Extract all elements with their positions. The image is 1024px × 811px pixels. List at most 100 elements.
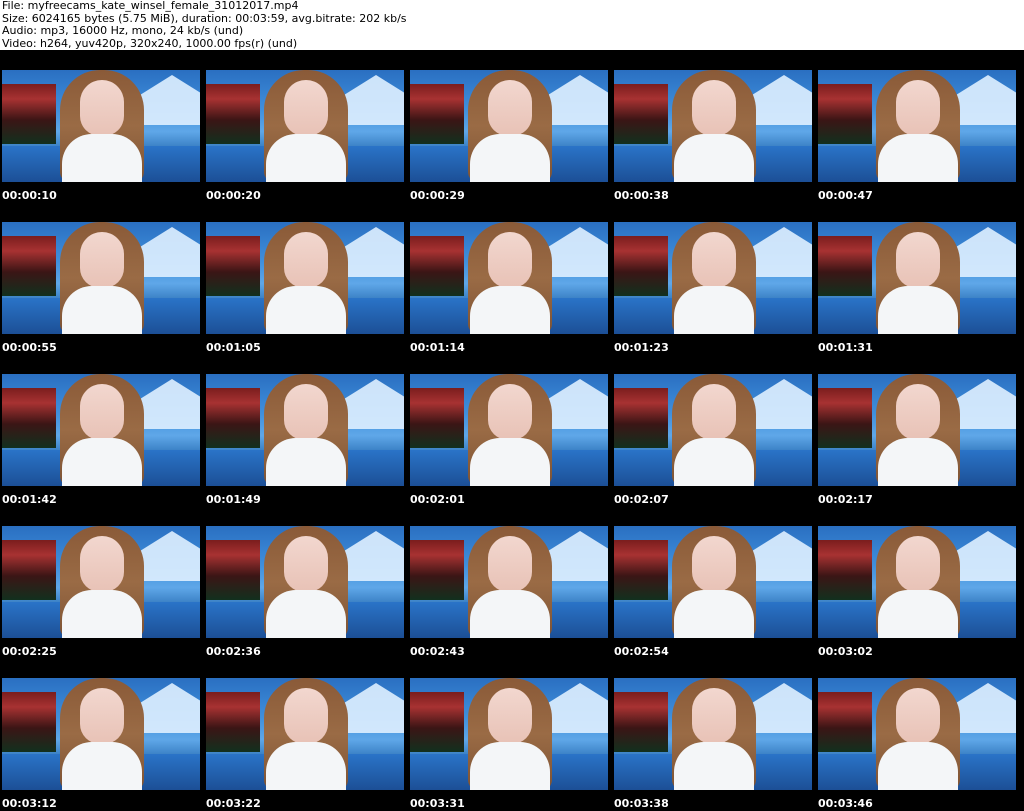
thumbnail-cell: 00:02:17 — [816, 354, 1018, 506]
frame-temple — [206, 236, 260, 296]
video-frame-thumbnail — [410, 222, 608, 334]
frame-temple — [614, 388, 668, 448]
frame-shirt — [470, 134, 550, 182]
frame-temple — [206, 692, 260, 752]
thumbnail-cell: 00:00:20 — [204, 50, 406, 202]
frame-temple — [614, 236, 668, 296]
frame-face — [896, 232, 940, 288]
frame-temple — [818, 388, 872, 448]
frame-timestamp: 00:02:17 — [818, 493, 873, 506]
frame-face — [488, 384, 532, 440]
frame-timestamp: 00:02:25 — [2, 645, 57, 658]
video-frame-thumbnail — [818, 70, 1016, 182]
frame-shirt — [470, 742, 550, 790]
thumbnail-cell: 00:02:36 — [204, 506, 406, 658]
frame-shirt — [674, 286, 754, 334]
video-frame-thumbnail — [206, 374, 404, 486]
thumbnail-cell: 00:03:46 — [816, 658, 1018, 810]
frame-shirt — [266, 438, 346, 486]
video-frame-thumbnail — [818, 678, 1016, 790]
frame-face — [284, 384, 328, 440]
frame-face — [896, 688, 940, 744]
frame-shirt — [266, 742, 346, 790]
frame-shirt — [62, 742, 142, 790]
frame-face — [896, 536, 940, 592]
frame-temple — [206, 388, 260, 448]
frame-temple — [410, 692, 464, 752]
frame-face — [284, 232, 328, 288]
frame-shirt — [878, 438, 958, 486]
frame-face — [692, 80, 736, 136]
thumbnail-cell: 00:02:07 — [612, 354, 814, 506]
thumbnail-cell: 00:01:42 — [0, 354, 202, 506]
frame-shirt — [674, 590, 754, 638]
frame-timestamp: 00:00:10 — [2, 189, 57, 202]
frame-shirt — [266, 134, 346, 182]
audio-info-line: Audio: mp3, 16000 Hz, mono, 24 kb/s (und… — [2, 24, 244, 37]
frame-shirt — [266, 286, 346, 334]
thumbnail-cell: 00:01:31 — [816, 202, 1018, 354]
frame-timestamp: 00:02:01 — [410, 493, 465, 506]
frame-timestamp: 00:03:22 — [206, 797, 261, 810]
frame-face — [896, 80, 940, 136]
thumbnail-cell: 00:03:38 — [612, 658, 814, 810]
thumbnail-cell: 00:02:01 — [408, 354, 610, 506]
frame-shirt — [62, 438, 142, 486]
frame-timestamp: 00:01:14 — [410, 341, 465, 354]
thumbnail-cell: 00:02:54 — [612, 506, 814, 658]
frame-temple — [206, 540, 260, 600]
frame-timestamp: 00:03:02 — [818, 645, 873, 658]
video-frame-thumbnail — [2, 70, 200, 182]
frame-temple — [818, 692, 872, 752]
frame-temple — [2, 84, 56, 144]
video-frame-thumbnail — [206, 222, 404, 334]
video-frame-thumbnail — [410, 374, 608, 486]
video-frame-thumbnail — [614, 678, 812, 790]
frame-shirt — [470, 590, 550, 638]
frame-temple — [410, 388, 464, 448]
thumbnail-cell: 00:00:55 — [0, 202, 202, 354]
video-frame-thumbnail — [818, 222, 1016, 334]
frame-face — [80, 536, 124, 592]
video-frame-thumbnail — [818, 374, 1016, 486]
frame-temple — [410, 540, 464, 600]
frame-temple — [410, 236, 464, 296]
thumbnail-cell: 00:00:29 — [408, 50, 610, 202]
thumbnail-cell: 00:03:12 — [0, 658, 202, 810]
file-name-line: File: myfreecams_kate_winsel_female_3101… — [2, 0, 299, 12]
frame-timestamp: 00:03:12 — [2, 797, 57, 810]
thumbnail-cell: 00:01:05 — [204, 202, 406, 354]
frame-temple — [818, 540, 872, 600]
thumbnail-cell: 00:03:02 — [816, 506, 1018, 658]
video-info-line: Video: h264, yuv420p, 320x240, 1000.00 f… — [2, 36, 298, 50]
frame-temple — [614, 692, 668, 752]
video-frame-thumbnail — [614, 70, 812, 182]
frame-timestamp: 00:00:47 — [818, 189, 873, 202]
frame-timestamp: 00:01:42 — [2, 493, 57, 506]
thumbnail-cell: 00:02:25 — [0, 506, 202, 658]
frame-temple — [614, 84, 668, 144]
frame-temple — [2, 540, 56, 600]
frame-face — [692, 384, 736, 440]
frame-shirt — [470, 438, 550, 486]
frame-timestamp: 00:03:46 — [818, 797, 873, 810]
frame-shirt — [674, 134, 754, 182]
video-frame-thumbnail — [614, 526, 812, 638]
video-frame-thumbnail — [818, 526, 1016, 638]
frame-shirt — [878, 742, 958, 790]
frame-timestamp: 00:01:23 — [614, 341, 669, 354]
frame-face — [488, 536, 532, 592]
frame-timestamp: 00:02:07 — [614, 493, 669, 506]
frame-shirt — [62, 134, 142, 182]
frame-face — [80, 80, 124, 136]
frame-shirt — [674, 438, 754, 486]
frame-timestamp: 00:02:36 — [206, 645, 261, 658]
frame-face — [80, 688, 124, 744]
video-frame-thumbnail — [410, 526, 608, 638]
frame-face — [284, 536, 328, 592]
video-frame-thumbnail — [2, 526, 200, 638]
video-frame-thumbnail — [2, 374, 200, 486]
frame-shirt — [266, 590, 346, 638]
video-frame-thumbnail — [410, 70, 608, 182]
frame-shirt — [878, 134, 958, 182]
